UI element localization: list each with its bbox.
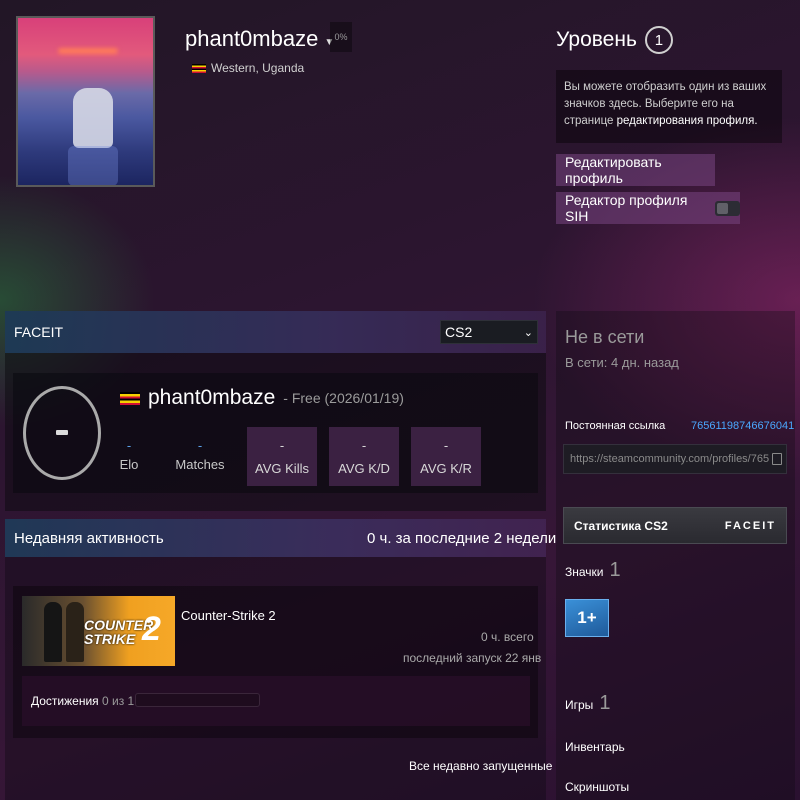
screenshots-link[interactable]: Скриншоты <box>565 780 629 794</box>
stat-label: AVG K/R <box>420 460 472 476</box>
capsule-soldier <box>66 602 84 662</box>
faceit-level-placeholder <box>56 430 68 435</box>
sih-editor-label: Редактор профиля SIH <box>565 192 688 224</box>
level-label: Уровень <box>556 28 637 51</box>
sih-editor-button[interactable]: Редактор профиля SIH <box>556 192 740 224</box>
permalink-url: https://steamcommunity.com/profiles/765 <box>570 453 770 465</box>
faceit-stat-avg-kd: - AVG K/D <box>329 427 399 486</box>
profile-name: phant0mbaze <box>185 26 319 51</box>
faceit-membership: - Free (2026/01/19) <box>283 390 404 406</box>
featured-badge-note: Вы можете отобразить один из ваших значк… <box>556 70 782 143</box>
capsule-text-2: STRIKE <box>84 631 136 647</box>
game-name[interactable]: Counter-Strike 2 <box>181 608 276 623</box>
recent-activity-title: Недавняя активность <box>14 530 164 547</box>
stat-value: - <box>443 437 449 453</box>
stat-label: AVG K/D <box>338 460 390 476</box>
badges-count: 1 <box>609 559 621 581</box>
faceit-player: phant0mbaze - Free (2026/01/19) <box>120 386 404 410</box>
profile-level: Уровень 1 <box>556 26 673 54</box>
faceit-stat-elo: - Elo <box>115 438 143 472</box>
stat-label: Matches <box>175 457 225 472</box>
profile-avatar <box>16 16 155 187</box>
game-total-hours: 0 ч. всего <box>481 630 534 644</box>
faceit-title: FACEIT <box>14 324 64 340</box>
chevron-down-icon: ⌄ <box>523 326 533 339</box>
games-count: 1 <box>599 692 611 714</box>
profile-sidebar <box>556 311 795 800</box>
permalink-label: Постоянная ссылка <box>565 420 666 432</box>
stat-label: AVG Kills <box>255 460 309 476</box>
profile-location: Western, Uganda <box>192 61 304 75</box>
all-recent-games-link[interactable]: Все недавно запущенные <box>409 759 552 773</box>
sih-toggle[interactable] <box>715 200 740 216</box>
permalink-input[interactable]: https://steamcommunity.com/profiles/765 <box>563 444 787 474</box>
inventory-link[interactable]: Инвентарь <box>565 740 625 754</box>
stat-label: Elo <box>119 457 139 472</box>
game-last-played: последний запуск 22 янв <box>403 651 542 665</box>
stat-value: - <box>126 438 132 453</box>
achievements-count: 0 из 1 <box>102 694 135 708</box>
recent-activity-hours: 0 ч. за последние 2 недели <box>367 530 557 547</box>
avatar-sun <box>58 48 118 54</box>
stat-value: - <box>197 438 203 453</box>
edit-profile-link[interactable]: редактирования профиля. <box>617 115 758 127</box>
years-of-service-badge[interactable]: 1+ <box>565 599 609 637</box>
uganda-flag-icon <box>120 391 140 405</box>
percent-indicator: 0% <box>330 22 352 52</box>
cs2-stats-button[interactable]: Статистика CS2 FACEIT <box>563 507 787 544</box>
faceit-stat-avg-kills: - AVG Kills <box>247 427 317 486</box>
faceit-logo: FACEIT <box>724 519 776 532</box>
game-capsule-image[interactable]: COUNTER STRIKE 2 <box>22 596 175 666</box>
faceit-stat-avg-kr: - AVG K/R <box>411 427 481 486</box>
faceit-player-name[interactable]: phant0mbaze <box>148 386 275 410</box>
avatar-figure <box>73 88 113 148</box>
capsule-number: 2 <box>142 610 161 648</box>
game-select[interactable]: CS2 ⌄ <box>440 320 538 344</box>
stat-value: - <box>361 437 367 453</box>
last-online: В сети: 4 дн. назад <box>565 355 679 370</box>
cs2-stats-label: Статистика CS2 <box>574 518 668 533</box>
faceit-stat-matches: - Matches <box>170 438 230 472</box>
games-section-title[interactable]: Игры 1 <box>565 692 610 715</box>
level-badge: 1 <box>644 26 673 54</box>
online-status: Не в сети <box>565 327 645 347</box>
location-text: Western, Uganda <box>211 61 305 75</box>
edit-profile-button[interactable]: Редактировать профиль <box>556 154 715 186</box>
uganda-flag-icon <box>192 63 206 73</box>
copy-icon[interactable] <box>772 453 782 465</box>
badges-label: Значки <box>565 565 604 579</box>
achievements-progress <box>135 693 260 707</box>
games-label: Игры <box>565 698 594 712</box>
stat-value: - <box>279 437 285 453</box>
game-select-value: CS2 <box>445 324 473 340</box>
avatar-reflection <box>68 146 118 185</box>
achievements-label[interactable]: Достижения <box>31 694 99 708</box>
steam-id-link[interactable]: 76561198746676041 <box>691 420 794 432</box>
capsule-soldier <box>44 602 62 662</box>
profile-name-dropdown[interactable]: phant0mbaze ▼ <box>185 26 334 52</box>
badges-section-title[interactable]: Значки 1 <box>565 559 621 582</box>
